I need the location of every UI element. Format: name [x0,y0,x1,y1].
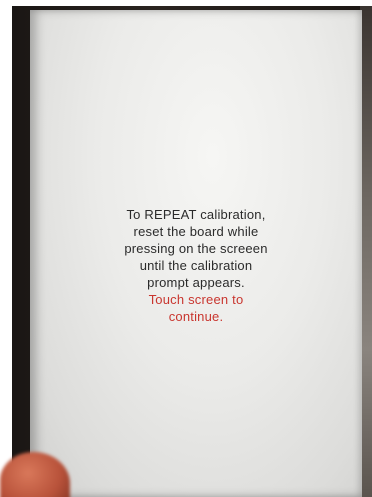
calibration-message: To REPEAT calibration, reset the board w… [30,206,362,325]
touch-prompt-line-1: Touch screen to [148,292,244,307]
message-line-1: To REPEAT calibration, [126,207,266,222]
touch-screen[interactable]: To REPEAT calibration, reset the board w… [30,10,362,497]
message-line-3: pressing on the screeen [124,241,268,256]
photo-frame: To REPEAT calibration, reset the board w… [0,0,372,497]
message-line-4: until the calibration [139,258,253,273]
touch-prompt-line-2: continue. [168,309,224,324]
device-bezel: To REPEAT calibration, reset the board w… [12,6,372,497]
message-line-5: prompt appears. [147,275,245,290]
message-line-2: reset the board while [133,224,259,239]
